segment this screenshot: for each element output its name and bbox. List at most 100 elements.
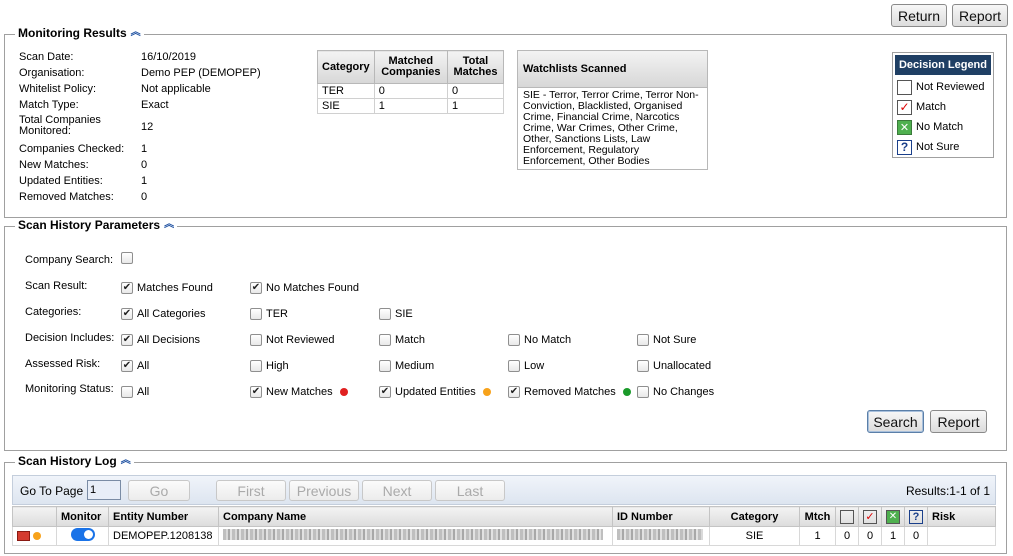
field-label: New Matches:	[19, 159, 89, 171]
not-sure-count: 0	[904, 526, 928, 546]
checkbox-icon[interactable]	[250, 334, 262, 346]
updated-entities-checkbox[interactable]: ✔ Updated Entities	[379, 386, 491, 398]
report-flag-icon[interactable]	[17, 531, 30, 542]
not-reviewed-checkbox[interactable]: Not Reviewed	[250, 334, 334, 346]
ter-checkbox[interactable]: TER	[250, 308, 288, 320]
scan-result-label: Scan Result:	[25, 280, 88, 292]
all-decisions-checkbox[interactable]: ✔ All Decisions	[121, 334, 200, 346]
sie-checkbox[interactable]: SIE	[379, 308, 413, 320]
updated-entities-value: 1	[141, 175, 148, 187]
checkmark-icon[interactable]: ✔	[121, 360, 133, 372]
scan-history-parameters-title-text: Scan History Parameters	[18, 218, 161, 232]
no-changes-checkbox[interactable]: No Changes	[637, 386, 714, 398]
risk-low-checkbox[interactable]: Low	[508, 360, 544, 372]
matches-found-checkbox[interactable]: ✔ Matches Found	[121, 282, 213, 294]
risk-all-checkbox[interactable]: ✔ All	[121, 360, 149, 372]
redacted-id-number	[617, 529, 703, 540]
search-button[interactable]: Search	[867, 410, 924, 433]
first-page-button[interactable]: First	[216, 480, 286, 501]
matched-companies-header: Matched Companies	[373, 50, 448, 84]
risk-medium-checkbox[interactable]: Medium	[379, 360, 434, 372]
not-sure-checkbox[interactable]: Not Sure	[637, 334, 696, 346]
scan-history-parameters-title[interactable]: Scan History Parameters ︽	[15, 218, 178, 232]
red-dot-icon	[339, 388, 348, 396]
report-button-top[interactable]: Report	[952, 4, 1008, 27]
page-number-input[interactable]	[87, 480, 121, 500]
previous-page-button[interactable]: Previous	[289, 480, 359, 501]
checkbox-label: New Matches	[266, 386, 333, 398]
match-checkbox[interactable]: Match	[379, 334, 425, 346]
checkbox-label: Unallocated	[653, 360, 712, 372]
no-match-checkbox[interactable]: No Match	[508, 334, 571, 346]
status-all-checkbox[interactable]: All	[121, 386, 149, 398]
field-label: Whitelist Policy:	[19, 83, 97, 95]
checkbox-label: No Match	[524, 334, 572, 346]
company-name-cell[interactable]	[218, 526, 613, 546]
new-matches-checkbox[interactable]: ✔ New Matches	[250, 386, 348, 398]
monitoring-results-title[interactable]: Monitoring Results ︽	[15, 26, 144, 40]
checkmark-icon[interactable]: ✔	[121, 282, 133, 294]
risk-unallocated-checkbox[interactable]: Unallocated	[637, 360, 711, 372]
no-match-count: 1	[881, 526, 905, 546]
no-matches-found-checkbox[interactable]: ✔ No Matches Found	[250, 282, 359, 294]
checkbox-icon[interactable]	[637, 360, 649, 372]
checkbox-icon[interactable]	[379, 308, 391, 320]
decision-legend-title: Decision Legend	[895, 55, 991, 75]
question-icon: ?	[909, 509, 923, 524]
checkbox-icon[interactable]	[379, 360, 391, 372]
checkbox-icon[interactable]	[637, 386, 649, 398]
entity-number-cell[interactable]: DEMOPEP.1208138	[108, 526, 219, 546]
go-button[interactable]: Go	[128, 480, 190, 501]
checkmark-icon[interactable]: ✔	[379, 386, 391, 398]
checkbox-icon[interactable]	[637, 334, 649, 346]
table-row[interactable]: DEMOPEP.1208138 SIE 1 0 0 1 0	[12, 526, 996, 546]
removed-matches-value: 0	[141, 191, 148, 203]
legend-item: ? Not Sure	[893, 137, 993, 157]
checkmark-icon[interactable]: ✔	[121, 334, 133, 346]
checkbox-label: Medium	[395, 360, 435, 372]
cross-icon: ✕	[897, 119, 912, 135]
next-page-button[interactable]: Next	[362, 480, 432, 501]
checkbox-icon[interactable]	[379, 334, 391, 346]
results-count: Results:1-1 of 1	[905, 484, 990, 498]
not-reviewed-header	[835, 506, 859, 527]
last-page-button[interactable]: Last	[435, 480, 505, 501]
scan-history-log-title[interactable]: Scan History Log ︽	[15, 454, 134, 468]
checkbox-icon[interactable]	[508, 360, 520, 372]
checkbox-icon[interactable]	[121, 386, 133, 398]
table-cell: 1	[446, 98, 505, 114]
monitor-toggle[interactable]	[70, 528, 95, 541]
collapse-chevron-icon[interactable]: ︽	[164, 220, 174, 230]
category-cell: SIE	[709, 526, 800, 546]
field-label: Match Type:	[19, 99, 79, 111]
checkmark-icon[interactable]: ✔	[508, 386, 520, 398]
collapse-chevron-icon[interactable]: ︽	[121, 456, 131, 466]
report-button[interactable]: Report	[930, 410, 987, 433]
checkmark-icon[interactable]: ✔	[250, 282, 262, 294]
risk-cell	[927, 526, 996, 546]
checkbox-icon[interactable]	[250, 360, 262, 372]
checkbox-icon[interactable]	[250, 308, 262, 320]
mtch-header: Mtch	[799, 506, 836, 527]
table-cell: SIE	[317, 98, 375, 114]
checkbox-icon[interactable]	[508, 334, 520, 346]
collapse-chevron-icon[interactable]: ︽	[131, 28, 141, 38]
return-button[interactable]: Return	[891, 4, 947, 27]
risk-high-checkbox[interactable]: High	[250, 360, 289, 372]
checkmark-icon[interactable]: ✔	[121, 308, 133, 320]
decision-includes-label: Decision Includes:	[25, 332, 115, 344]
risk-header: Risk	[927, 506, 996, 527]
decision-legend: Decision Legend Not Reviewed ✓ Match ✕ No …	[892, 52, 994, 158]
category-table: Category Matched Companies Total Matches…	[317, 50, 505, 114]
match-count: 0	[858, 526, 882, 546]
no-match-header: ✕	[881, 506, 905, 527]
checkbox-label: Low	[524, 360, 545, 372]
removed-matches-checkbox[interactable]: ✔ Removed Matches	[508, 386, 631, 398]
checkmark-icon[interactable]: ✔	[250, 386, 262, 398]
checkbox-icon[interactable]	[121, 252, 133, 264]
company-search-checkbox[interactable]	[121, 252, 133, 264]
checkbox-label: TER	[266, 308, 288, 320]
table-cell: TER	[317, 83, 375, 99]
table-cell: 1	[373, 98, 448, 114]
all-categories-checkbox[interactable]: ✔ All Categories	[121, 308, 205, 320]
